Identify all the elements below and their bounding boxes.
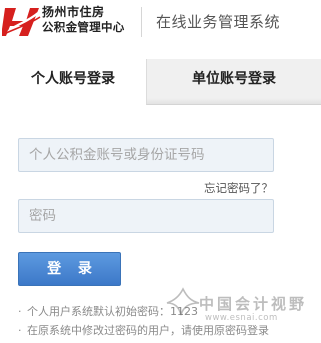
bullet-icon: ·	[18, 305, 22, 318]
login-tabs: 个人账号登录 单位账号登录	[0, 59, 321, 105]
org-logo-text: 扬州市住房 公积金管理中心	[42, 5, 130, 35]
watermark-text: 中国会计视野	[199, 295, 308, 313]
tab-personal-login[interactable]: 个人账号登录	[0, 59, 146, 105]
watermark: 中国会计视野 www.esnai.com	[165, 287, 315, 329]
login-button[interactable]: 登 录	[18, 252, 121, 286]
bullet-icon: ·	[18, 324, 22, 337]
header-divider	[141, 7, 142, 37]
system-title: 在线业务管理系统	[156, 13, 281, 31]
org-name-line1: 扬州市住房	[42, 5, 105, 19]
org-name-line2: 公积金管理中心	[42, 20, 125, 34]
watermark-subtext: www.esnai.com	[205, 313, 278, 323]
forgot-password-link[interactable]: 忘记密码了？	[204, 180, 273, 196]
housing-fund-logo-icon	[2, 8, 41, 36]
account-input[interactable]	[18, 138, 274, 172]
password-input[interactable]	[18, 199, 274, 233]
chinaacc-watermark-logo-icon	[166, 287, 200, 316]
tab-company-login[interactable]: 单位账号登录	[146, 59, 321, 105]
header: 扬州市住房 公积金管理中心 在线业务管理系统	[0, 0, 321, 44]
